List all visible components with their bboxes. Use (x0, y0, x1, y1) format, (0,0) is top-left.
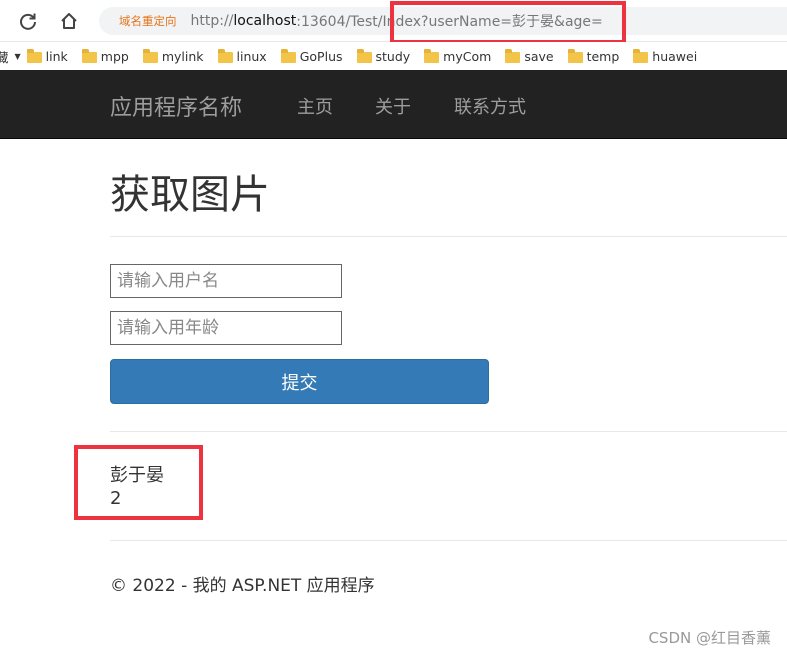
bookmark-save[interactable]: save (505, 48, 554, 64)
bookmark-temp[interactable]: temp (567, 48, 620, 64)
address-bar[interactable]: 域名重定向 http:// localhost :13604/Test/Inde… (99, 7, 787, 35)
dropdown-arrow-icon: ▼ (14, 51, 21, 61)
home-icon (61, 13, 77, 29)
csdn-watermark: CSDN @红目香薰 (648, 629, 771, 647)
bookmark-mylink[interactable]: mylink (142, 48, 204, 64)
bookmark-study[interactable]: study (356, 48, 411, 64)
bookmark-label: huawei (652, 48, 698, 64)
bookmark-label: mpp (100, 48, 129, 64)
bookmark-mycom[interactable]: myCom (424, 48, 492, 64)
bookmark-label: myCom (443, 48, 492, 64)
navbar-brand[interactable]: 应用程序名称 (110, 90, 242, 122)
bookmarks-lead-label: 藏 (0, 49, 9, 65)
username-input[interactable] (110, 264, 342, 298)
bookmark-label: mylink (161, 48, 204, 64)
home-button[interactable] (57, 9, 81, 33)
folder-icon (424, 48, 440, 63)
nav-link-about[interactable]: 关于 (375, 93, 411, 119)
nav-link-contact[interactable]: 联系方式 (454, 93, 526, 119)
folder-icon (26, 48, 42, 63)
folder-icon (280, 48, 296, 63)
bookmark-label: GoPlus (299, 48, 343, 64)
folder-icon (356, 48, 372, 63)
url-protocol: http:// (190, 13, 234, 29)
result-username: 彭于晏 (110, 465, 164, 486)
bookmarks-menu[interactable]: 藏 ▼ (0, 47, 21, 66)
age-input[interactable] (110, 311, 342, 345)
bookmark-label: study (375, 48, 411, 64)
divider (110, 236, 787, 237)
submit-button[interactable]: 提交 (110, 359, 489, 404)
bookmark-huawei[interactable]: huawei (633, 48, 698, 64)
bookmark-mpp[interactable]: mpp (81, 48, 129, 64)
url-host: localhost (233, 13, 297, 29)
bookmark-label: linux (236, 48, 267, 64)
site-navbar: 应用程序名称 主页 关于 联系方式 (0, 70, 787, 139)
folder-icon (505, 48, 521, 63)
bookmark-linux[interactable]: linux (217, 48, 267, 64)
divider (110, 540, 787, 541)
url-path: :13604/Test/Index?userName=彭于晏&age= (296, 14, 603, 30)
folder-icon (142, 48, 158, 63)
bookmark-label: link (45, 48, 68, 64)
reload-button[interactable] (16, 9, 40, 33)
bookmarks-bar: 藏 ▼ link mpp mylink linux GoPlus study m… (0, 42, 787, 70)
bookmark-goplus[interactable]: GoPlus (280, 48, 343, 64)
bookmark-label: temp (586, 48, 620, 64)
nav-link-home[interactable]: 主页 (297, 93, 333, 119)
page-title: 获取图片 (110, 172, 270, 218)
folder-icon (81, 48, 97, 63)
folder-icon (567, 48, 583, 63)
page: 域名重定向 http:// localhost :13604/Test/Inde… (0, 0, 787, 656)
result-age: 2 (110, 488, 122, 509)
folder-icon (633, 48, 649, 63)
bookmark-link[interactable]: link (26, 48, 68, 64)
browser-toolbar: 域名重定向 http:// localhost :13604/Test/Inde… (0, 0, 787, 42)
redirect-label: 域名重定向 (119, 14, 177, 28)
folder-icon (217, 48, 233, 63)
divider (110, 431, 787, 432)
reload-icon (20, 13, 36, 30)
footer-text: © 2022 - 我的 ASP.NET 应用程序 (110, 576, 375, 596)
bookmark-label: save (524, 48, 554, 64)
